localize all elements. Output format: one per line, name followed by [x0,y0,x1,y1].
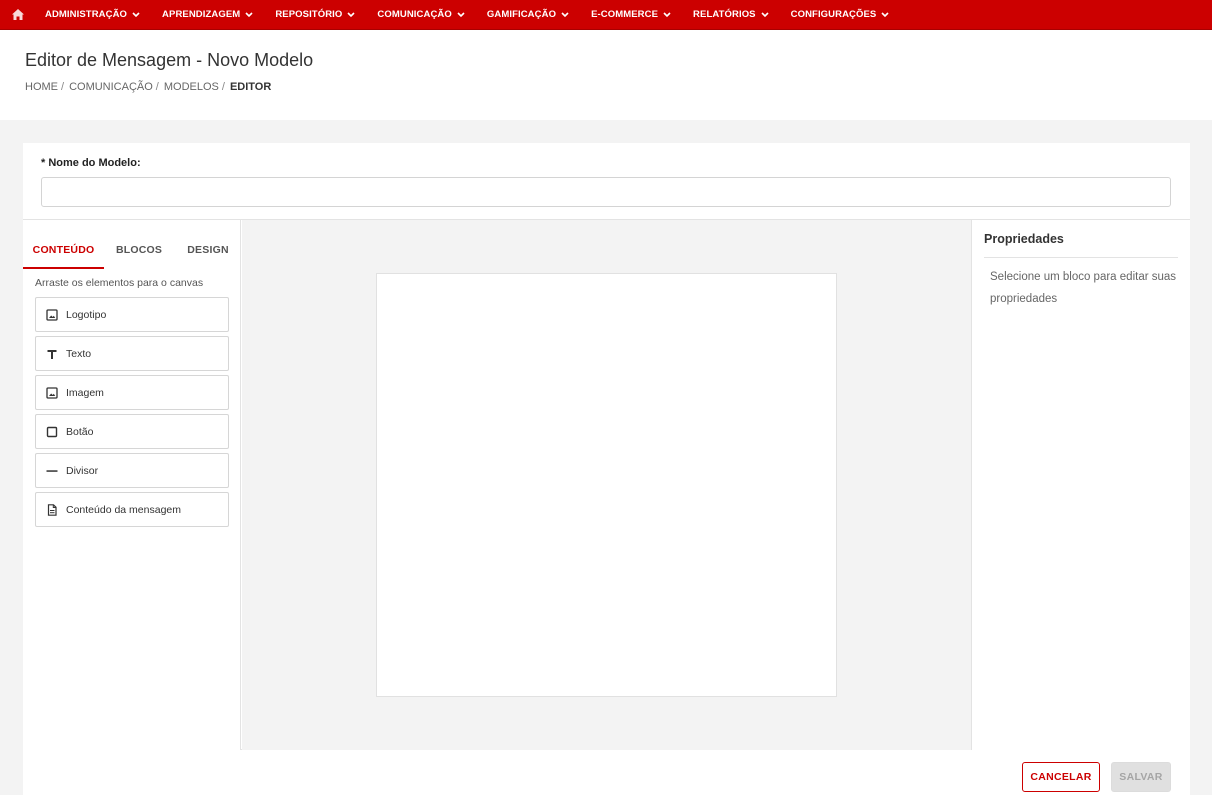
nav-item-aprendizagem[interactable]: APRENDIZAGEM [162,9,253,20]
top-navigation-bar: ADMINISTRAÇÃO APRENDIZAGEM REPOSITÓRIO C… [0,0,1212,30]
element-list: Logotipo Texto Imagem Botão Divisor Cont… [35,297,229,531]
nav-item-label: CONFIGURAÇÕES [790,9,877,20]
template-name-input[interactable] [41,177,1171,207]
chevron-down-icon [132,11,140,18]
breadcrumb-separator: / [155,81,159,93]
breadcrumb-home[interactable]: HOME [25,81,58,93]
breadcrumb-separator: / [221,81,225,93]
chevron-down-icon [761,11,769,18]
nav-item-configuracoes[interactable]: CONFIGURAÇÕES [791,9,890,20]
template-name-label: * Nome do Modelo: [41,157,141,169]
chevron-down-icon [245,11,253,18]
nav-item-label: E-COMMERCE [591,9,659,20]
button-icon [46,426,58,438]
breadcrumb: HOME / COMUNICAÇÃO / MODELOS / EDITOR [25,81,271,93]
page-title: Editor de Mensagem - Novo Modelo [25,50,314,70]
page-header: Editor de Mensagem - Novo Modelo HOME / … [0,30,1212,120]
breadcrumb-editor: EDITOR [229,81,272,93]
tab-conteudo[interactable]: CONTEÚDO [23,236,104,269]
message-editor: CONTEÚDO BLOCOS DESIGN Arraste os elemen… [23,219,1190,750]
nav-item-relatorios[interactable]: RELATÓRIOS [693,9,769,20]
nav-item-label: COMUNICAÇÃO [377,9,452,20]
element-conteudo-mensagem[interactable]: Conteúdo da mensagem [35,492,229,527]
chevron-down-icon [663,11,671,18]
divider [984,257,1178,258]
text-icon [46,348,58,360]
nav-item-label: APRENDIZAGEM [162,9,241,20]
properties-panel: Propriedades Selecione um bloco para edi… [971,220,1190,750]
nav-item-label: REPOSITÓRIO [275,9,343,20]
element-botao[interactable]: Botão [35,414,229,449]
element-label: Imagem [66,386,104,399]
properties-hint: Selecione um bloco para editar suas prop… [990,271,1177,305]
nav-item-label: GAMIFICAÇÃO [486,9,557,20]
breadcrumb-separator: / [61,81,65,93]
tab-design[interactable]: DESIGN [183,236,233,269]
canvas-area [242,220,971,750]
chevron-down-icon [881,11,889,18]
nav-item-ecommerce[interactable]: E-COMMERCE [591,9,671,20]
chevron-down-icon [347,11,355,18]
element-label: Texto [66,347,92,360]
element-texto[interactable]: Texto [35,336,229,371]
element-logotipo[interactable]: Logotipo [35,297,229,332]
nav-item-label: RELATÓRIOS [693,9,756,20]
cancel-button[interactable]: CANCELAR [1022,762,1100,792]
home-icon[interactable] [12,9,26,21]
tab-blocos[interactable]: BLOCOS [111,236,167,269]
nav-item-gamificacao[interactable]: GAMIFICAÇÃO [487,9,569,20]
element-imagem[interactable]: Imagem [35,375,229,410]
panel-tabs: CONTEÚDO BLOCOS DESIGN [23,236,241,269]
nav-item-repositorio[interactable]: REPOSITÓRIO [275,9,355,20]
element-label: Botão [66,425,94,438]
element-label: Divisor [66,464,99,477]
nav-item-comunicacao[interactable]: COMUNICAÇÃO [377,9,465,20]
image-icon [46,386,58,399]
document-icon [46,503,58,516]
properties-title: Propriedades [984,232,1064,246]
nav-item-label: ADMINISTRAÇÃO [45,9,128,20]
element-divisor[interactable]: Divisor [35,453,229,488]
element-label: Logotipo [66,308,107,321]
elements-panel: CONTEÚDO BLOCOS DESIGN Arraste os elemen… [23,220,241,750]
nav-item-administracao[interactable]: ADMINISTRAÇÃO [45,9,140,20]
breadcrumb-modelos[interactable]: MODELOS [164,81,219,93]
chevron-down-icon [457,11,465,18]
divider-icon [46,465,58,477]
message-canvas[interactable] [376,273,837,697]
drag-hint: Arraste os elementos para o canvas [35,277,204,289]
editor-card: * Nome do Modelo: CONTEÚDO BLOCOS DESIGN… [23,143,1190,795]
chevron-down-icon [561,11,569,18]
image-icon [46,308,58,321]
breadcrumb-comunicacao[interactable]: COMUNICAÇÃO [69,81,153,93]
element-label: Conteúdo da mensagem [66,503,181,516]
save-button[interactable]: SALVAR [1111,762,1171,792]
